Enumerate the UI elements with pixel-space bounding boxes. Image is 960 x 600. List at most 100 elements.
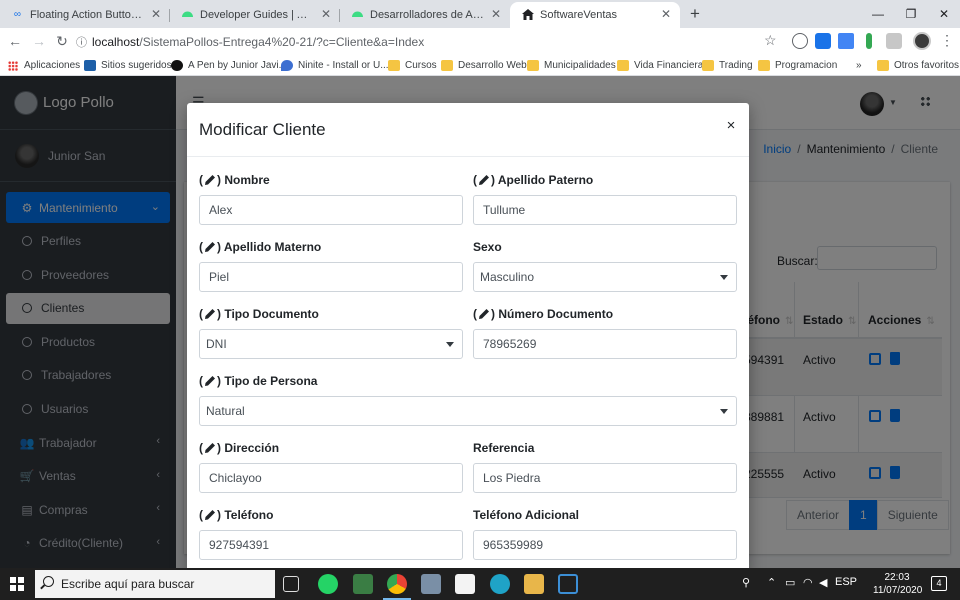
telefono-field[interactable] (199, 530, 463, 560)
caret-down-icon (720, 409, 728, 414)
modal-header: Modificar Cliente × (187, 103, 749, 157)
notifications-icon[interactable]: 4 (931, 576, 947, 591)
bookmark-label: Programacion (775, 60, 838, 71)
close-icon[interactable]: × (723, 117, 739, 135)
language-indicator[interactable]: ESP (835, 576, 857, 588)
people-icon[interactable]: ⚲ (742, 576, 750, 589)
restore-window-icon[interactable]: ❐ (899, 4, 923, 24)
numero-documento-field[interactable] (473, 329, 737, 359)
app-window-icon[interactable] (558, 574, 578, 594)
telefono-label: () Teléfono (199, 508, 274, 522)
tipo-documento-value: DNI (206, 337, 227, 351)
browser-tab-softwareventas[interactable]: SoftwareVentas ✕ (510, 2, 680, 28)
close-tab-icon[interactable]: ✕ (661, 8, 671, 21)
folder-icon (527, 60, 539, 71)
apellido-paterno-field[interactable] (473, 195, 737, 225)
tab-title: Desarrolladores de Android | An (370, 9, 484, 21)
back-arrow-icon[interactable]: ← (6, 32, 24, 50)
address-bar[interactable]: ⓘ localhost /SistemaPollos-Entrega4%20-2… (76, 32, 784, 52)
windows-start-icon[interactable] (10, 577, 24, 591)
label-text: Teléfono (224, 508, 274, 522)
caret-down-icon (446, 342, 454, 347)
speaker-icon[interactable]: ◀ (819, 576, 827, 589)
close-window-icon[interactable]: ✕ (932, 4, 956, 24)
extension-battery-icon[interactable] (866, 33, 872, 49)
extension-shield-icon[interactable] (792, 33, 808, 49)
browser-tab-floating-action-button[interactable]: ∞ Floating Action Button - Universi ✕ (0, 2, 170, 28)
task-view-icon[interactable] (283, 576, 299, 592)
sexo-select[interactable]: Masculino (473, 262, 737, 292)
pencil-icon (204, 174, 216, 186)
bookmark-municipalidades[interactable]: Municipalidades (527, 58, 616, 73)
spreadsheet-icon[interactable] (353, 574, 373, 594)
telefono-adicional-field[interactable] (473, 530, 737, 560)
bookmarks-bar: Aplicaciones Sitios sugeridos A Pen by J… (0, 55, 960, 76)
file-explorer-icon[interactable] (524, 574, 544, 594)
bookmark-trading[interactable]: Trading (702, 58, 753, 73)
bookmark-label: Cursos (405, 60, 437, 71)
close-tab-icon[interactable]: ✕ (321, 8, 331, 21)
tipo-persona-label: () Tipo de Persona (199, 374, 318, 388)
bookmark-ninite[interactable]: Ninite - Install or U... (281, 58, 389, 73)
bookmark-programacion[interactable]: Programacion (758, 58, 837, 73)
profile-avatar[interactable] (913, 32, 931, 50)
minimize-window-icon[interactable]: — (866, 4, 890, 24)
taskbar-search[interactable]: Escribe aquí para buscar (35, 570, 275, 598)
pencil-icon (204, 375, 216, 387)
nombre-field[interactable] (199, 195, 463, 225)
caret-down-icon (720, 275, 728, 280)
extension-new-icon[interactable] (815, 33, 831, 49)
bookmark-vida-financiera[interactable]: Vida Financiera (617, 58, 703, 73)
tipo-documento-label: () Tipo Documento (199, 307, 319, 321)
bookmark-desarrollo-web[interactable]: Desarrollo Web (441, 58, 527, 73)
bookmark-star-icon[interactable]: ☆ (764, 32, 777, 49)
direccion-field[interactable] (199, 463, 463, 493)
android-icon (181, 9, 194, 21)
referencia-field[interactable] (473, 463, 737, 493)
database-icon[interactable] (421, 574, 441, 594)
browser-menu-icon[interactable]: ⋮ (940, 32, 954, 49)
label-text: Tipo de Persona (224, 374, 318, 388)
system-clock[interactable]: 22:03 11/07/2020 (873, 571, 922, 597)
extension-k-icon[interactable] (886, 33, 902, 49)
store-icon[interactable] (455, 574, 475, 594)
close-tab-icon[interactable]: ✕ (151, 8, 161, 21)
pencil-icon (204, 442, 216, 454)
reload-icon[interactable]: ↻ (53, 32, 71, 50)
b-icon (84, 60, 96, 71)
bookmark-sitios-sugeridos[interactable]: Sitios sugeridos (84, 58, 172, 73)
codepen-icon (171, 60, 183, 71)
bookmark-a-pen[interactable]: A Pen by Junior Javi... (171, 58, 287, 73)
forward-arrow-icon[interactable]: → (30, 32, 48, 50)
modificar-cliente-modal: Modificar Cliente × () Nombre () Apellid… (187, 103, 749, 573)
tipo-persona-select[interactable]: Natural (199, 396, 737, 426)
clock-time: 22:03 (884, 572, 910, 583)
folder-icon (877, 60, 889, 71)
apellido-materno-field[interactable] (199, 262, 463, 292)
extension-translate-icon[interactable] (838, 33, 854, 49)
browser-tab-developer-guides[interactable]: Developer Guides | Android Dev ✕ (170, 2, 340, 28)
whatsapp-icon[interactable] (318, 574, 338, 594)
bookmarks-overflow-icon[interactable]: » (856, 58, 862, 73)
tipo-documento-select[interactable]: DNI (199, 329, 463, 359)
info-icon[interactable]: ⓘ (76, 34, 92, 50)
label-text: Apellido Materno (223, 240, 322, 254)
browser-tab-desarrolladores-android[interactable]: Desarrolladores de Android | An ✕ (340, 2, 510, 28)
label-text: Dirección (224, 441, 280, 455)
bookmark-aplicaciones[interactable]: Aplicaciones (8, 58, 80, 73)
network-icon[interactable]: ◠ (803, 576, 813, 589)
bookmark-otros-favoritos[interactable]: Otros favoritos (877, 58, 959, 73)
battery-icon[interactable]: ▭ (785, 576, 795, 589)
chrome-icon[interactable] (383, 574, 411, 600)
pencil-icon (478, 308, 490, 320)
referencia-label: Referencia (473, 441, 535, 455)
pencil-icon (204, 308, 216, 320)
bookmark-cursos[interactable]: Cursos (388, 58, 437, 73)
new-tab-button[interactable]: + (685, 4, 705, 24)
chevron-up-icon[interactable]: ⌃ (767, 576, 776, 589)
close-tab-icon[interactable]: ✕ (491, 8, 501, 21)
pencil-icon (478, 174, 490, 186)
edge-icon[interactable] (490, 574, 510, 594)
tab-title: Floating Action Button - Universi (30, 9, 144, 21)
label-text: Nombre (224, 173, 270, 187)
